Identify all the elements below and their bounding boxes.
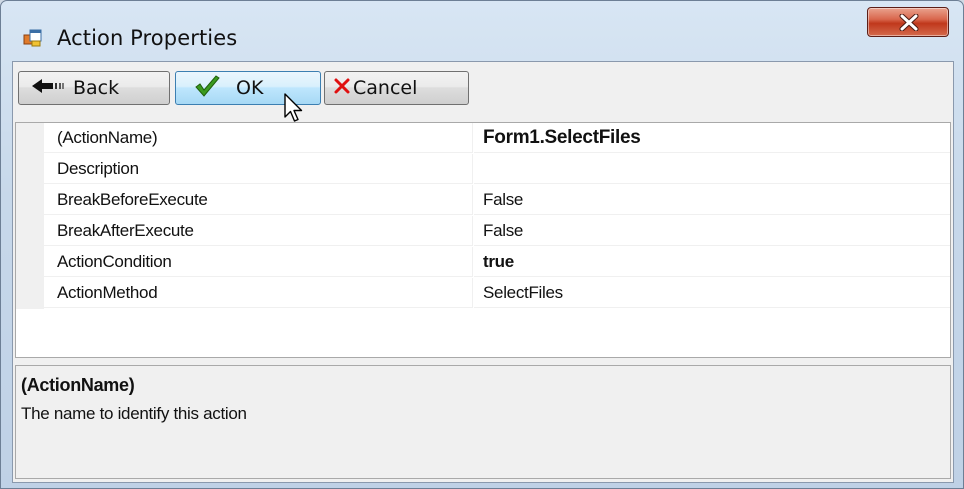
property-name: (ActionName) bbox=[44, 123, 473, 153]
property-value[interactable]: False bbox=[474, 216, 950, 246]
property-name: BreakAfterExecute bbox=[44, 216, 473, 246]
property-row[interactable]: (ActionName) Form1.SelectFiles bbox=[16, 123, 950, 154]
property-name: BreakBeforeExecute bbox=[44, 185, 473, 215]
property-name: ActionMethod bbox=[44, 278, 473, 308]
form-icon bbox=[23, 28, 43, 48]
toolbar: Back OK Cancel bbox=[13, 62, 953, 116]
description-title: (ActionName) bbox=[21, 375, 135, 395]
title-bar[interactable]: Action Properties bbox=[1, 1, 963, 59]
cancel-button[interactable]: Cancel bbox=[324, 71, 469, 105]
property-grid: (ActionName) Form1.SelectFiles Descripti… bbox=[15, 122, 951, 358]
back-arrow-icon bbox=[31, 77, 65, 100]
property-value[interactable]: SelectFiles bbox=[474, 278, 950, 308]
close-icon bbox=[899, 14, 919, 31]
property-name: ActionCondition bbox=[44, 247, 473, 277]
mouse-pointer-icon bbox=[284, 93, 303, 122]
property-value[interactable]: true bbox=[474, 247, 950, 277]
checkmark-icon bbox=[194, 74, 220, 103]
cancel-button-label: Cancel bbox=[353, 77, 418, 99]
back-button[interactable]: Back bbox=[18, 71, 170, 105]
description-text: The name to identify this action bbox=[21, 404, 247, 423]
property-value[interactable] bbox=[474, 154, 950, 184]
window-title: Action Properties bbox=[57, 26, 238, 50]
red-x-icon bbox=[333, 77, 351, 100]
back-button-label: Back bbox=[73, 77, 120, 99]
description-panel: (ActionName) The name to identify this a… bbox=[15, 365, 951, 479]
property-row[interactable]: ActionMethod SelectFiles bbox=[16, 278, 950, 309]
ok-button-label: OK bbox=[236, 77, 264, 99]
property-row[interactable]: BreakAfterExecute False bbox=[16, 216, 950, 247]
property-row[interactable]: BreakBeforeExecute False bbox=[16, 185, 950, 216]
property-name: Description bbox=[44, 154, 473, 184]
dialog-client-area: Back OK Cancel (ActionName) Form1.Select… bbox=[12, 61, 954, 483]
property-value[interactable]: False bbox=[474, 185, 950, 215]
property-row[interactable]: ActionCondition true bbox=[16, 247, 950, 278]
close-button[interactable] bbox=[867, 7, 949, 37]
property-value[interactable]: Form1.SelectFiles bbox=[474, 123, 950, 153]
property-row[interactable]: Description bbox=[16, 154, 950, 185]
action-properties-window: Action Properties Back OK Cancel (Action… bbox=[0, 0, 964, 489]
